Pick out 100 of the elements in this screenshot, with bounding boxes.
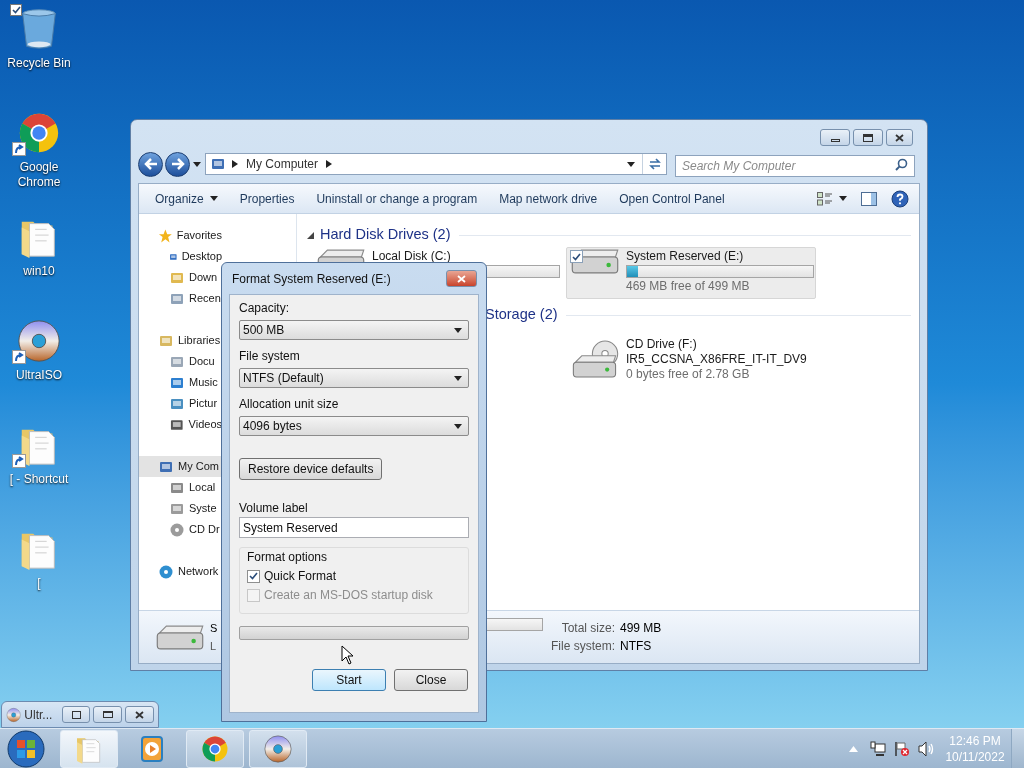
cd-drive-icon — [571, 340, 619, 378]
nav-item[interactable]: Videos — [139, 414, 222, 435]
dialog-button[interactable]: Close — [394, 669, 468, 691]
collapse-triangle-icon[interactable] — [307, 231, 314, 239]
minimize-icon — [830, 138, 840, 142]
computer-icon — [210, 156, 226, 172]
close-button[interactable] — [446, 270, 477, 287]
network-icon[interactable] — [870, 740, 886, 757]
restore-button[interactable] — [61, 706, 91, 723]
dropdown[interactable]: NTFS (Default) — [239, 368, 469, 388]
toolbar-button[interactable]: Properties — [231, 186, 303, 211]
checkbox-option: Create an MS-DOS startup disk — [247, 586, 461, 604]
check-icon — [249, 572, 258, 580]
nav-item[interactable]: Docu — [139, 351, 222, 372]
caret-icon — [454, 375, 462, 381]
nav-item[interactable]: Pictur — [139, 393, 222, 414]
hard-drive-icon — [571, 249, 619, 274]
nav-item[interactable]: My Com — [139, 456, 222, 477]
desktop-icon-label[interactable]: Google Chrome — [0, 160, 78, 190]
toolbar-button[interactable]: Uninstall or change a program — [308, 186, 486, 211]
desktop-icon-label[interactable]: Recycle Bin — [6, 56, 72, 71]
close-icon — [895, 133, 904, 142]
desktop-icon-label[interactable]: win10 — [22, 264, 56, 279]
details-value: NTFS — [620, 638, 653, 655]
hard-drive-icon — [156, 624, 204, 650]
free-space-text: 469 MB free of 499 MB — [626, 279, 751, 294]
details-label: Total size: — [560, 620, 615, 637]
disc-icon[interactable] — [16, 318, 62, 364]
preview-pane-button[interactable] — [861, 191, 877, 206]
recent-pages-caret-icon[interactable] — [193, 161, 201, 167]
help-icon — [891, 189, 909, 208]
search-field[interactable]: Search My Computer — [675, 155, 915, 177]
nav-item[interactable]: Network — [139, 561, 222, 582]
maximize-button[interactable] — [93, 706, 123, 723]
free-space-text: 0 bytes free of 2.78 GB — [626, 366, 751, 382]
address-text: My Computer — [246, 156, 319, 173]
taskbar-button[interactable] — [249, 729, 307, 768]
disc-icon — [263, 733, 293, 764]
details-title: S — [210, 621, 218, 636]
toolbar-button[interactable]: Open Control Panel — [611, 186, 733, 211]
nav-item[interactable]: Music — [139, 372, 222, 393]
start-button[interactable] — [6, 729, 46, 768]
drive-name: CD Drive (F:) — [626, 336, 698, 352]
nav-item[interactable]: Down — [139, 267, 222, 288]
drive-tile[interactable]: CD Drive (F:) IR5_CCSNA_X86FRE_IT-IT_DV9 0 bytes free of 2.78 GB — [566, 333, 816, 385]
maximize-icon — [102, 711, 113, 718]
address-bar[interactable]: My Computer — [205, 153, 667, 175]
refresh-icon — [647, 158, 662, 170]
dropdown[interactable]: 4096 bytes — [239, 416, 469, 436]
nav-item[interactable]: Local — [139, 477, 222, 498]
cd-icon — [169, 521, 185, 538]
input-field[interactable]: System Reserved — [239, 517, 469, 538]
restore-icon — [71, 710, 81, 719]
drive-label: IR5_CCSNA_X86FRE_IT-IT_DV9 — [626, 351, 807, 367]
maximize-icon — [863, 133, 873, 142]
back-button[interactable] — [138, 151, 163, 177]
minimize-button[interactable] — [820, 129, 850, 146]
breadcrumb-arrow-icon — [326, 160, 333, 168]
nav-item[interactable]: Recen — [139, 288, 222, 309]
field-label: Allocation unit size — [239, 396, 340, 412]
nav-item[interactable]: CD Dr — [139, 519, 222, 540]
forward-button[interactable] — [165, 151, 190, 177]
windows-logo-icon — [7, 729, 45, 768]
dialog-button[interactable]: Start — [312, 669, 386, 691]
flag-icon[interactable] — [894, 740, 910, 757]
desktop-icon-label[interactable]: UltraISO — [15, 368, 63, 383]
help-button[interactable] — [891, 189, 909, 208]
group-header: Storage (2) — [485, 305, 558, 325]
restore-defaults-button[interactable]: Restore device defaults — [239, 458, 383, 480]
speaker-icon[interactable] — [918, 740, 935, 757]
nav-item[interactable]: Desktop — [139, 246, 222, 267]
details-subtitle: L — [210, 639, 217, 654]
dropdown[interactable]: 500 MB — [239, 320, 469, 340]
checkbox[interactable] — [10, 4, 22, 16]
media-player-icon — [138, 734, 166, 763]
caret-icon — [454, 327, 462, 333]
caret-icon — [839, 196, 847, 201]
address-dropdown-icon[interactable] — [627, 161, 635, 167]
disc-icon — [6, 706, 22, 723]
taskbar-button[interactable] — [186, 729, 244, 768]
close-button[interactable] — [125, 706, 154, 723]
nav-item[interactable]: Favorites — [139, 225, 222, 246]
back-arrow-icon — [143, 158, 158, 170]
checkbox-option[interactable]: Quick Format — [247, 567, 461, 585]
close-button[interactable] — [886, 129, 913, 146]
nav-item[interactable]: Libraries — [139, 330, 222, 351]
star-icon — [158, 227, 173, 244]
checkbox[interactable] — [570, 250, 583, 263]
change-view-button[interactable] — [817, 191, 847, 206]
field-label: Capacity: — [239, 300, 291, 316]
nav-item[interactable]: Syste — [139, 498, 222, 519]
maximize-button[interactable] — [853, 129, 883, 146]
toolbar-button[interactable]: Map network drive — [491, 186, 606, 211]
check-icon — [572, 252, 581, 261]
drive-tile[interactable]: System Reserved (E:) 469 MB free of 499 MB — [566, 247, 816, 299]
view-list-icon — [817, 191, 833, 206]
window-title: Ultr... — [24, 706, 54, 724]
toolbar-button[interactable]: Organize — [147, 186, 226, 211]
search-icon — [895, 158, 908, 171]
drive-name: Local Disk (C:) — [372, 249, 452, 264]
